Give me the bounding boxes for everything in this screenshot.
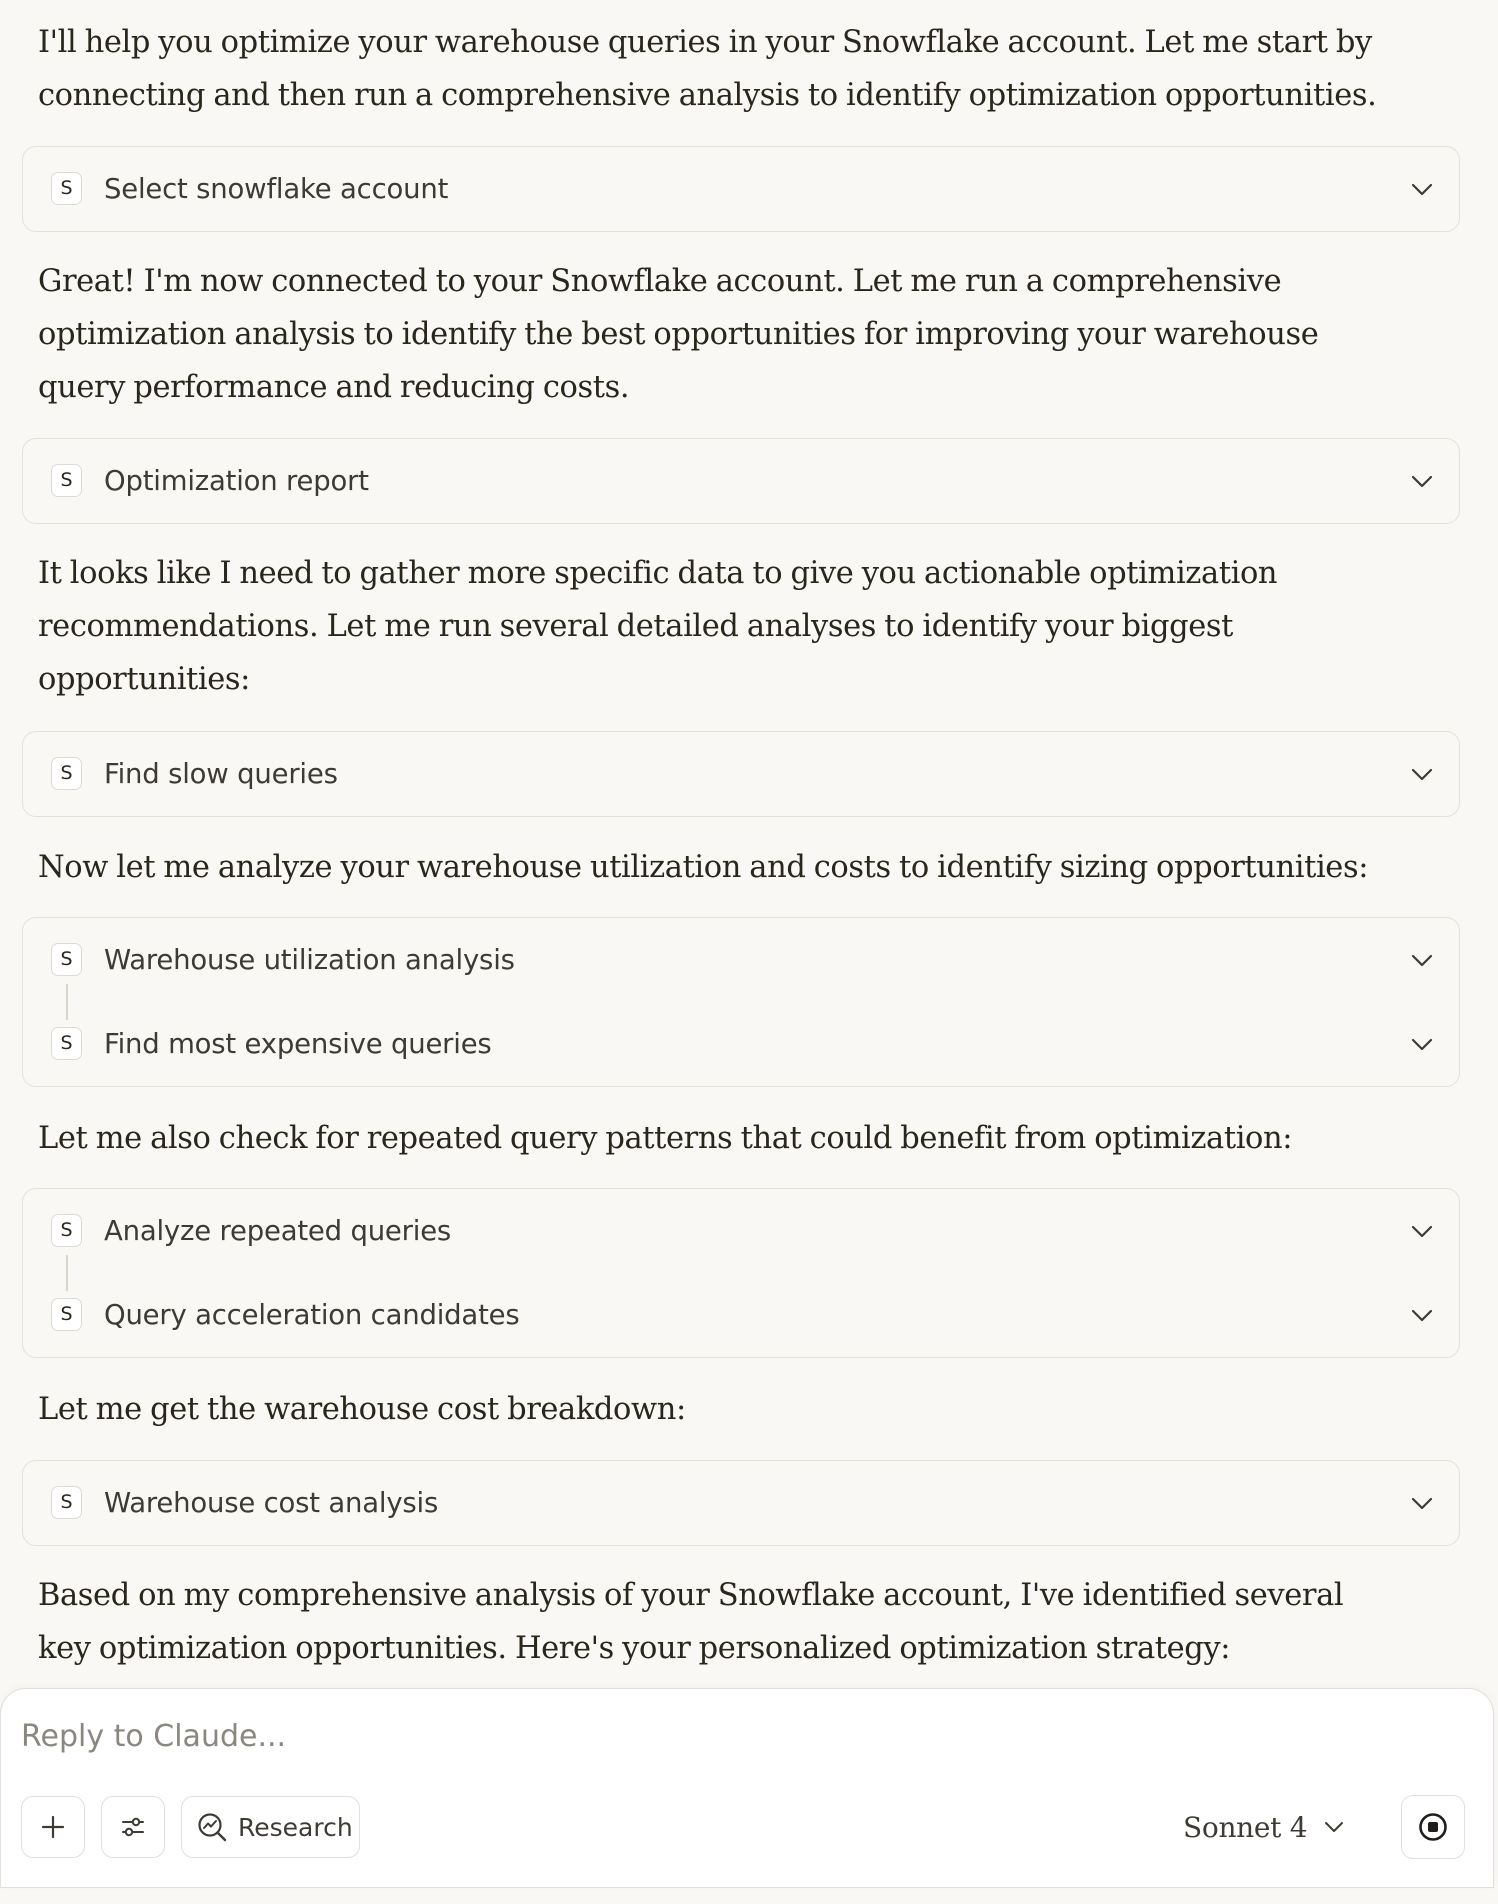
tool-call-label: Analyze repeated queries (104, 1215, 452, 1247)
tool-call-find-most-expensive-queries[interactable]: S Find most expensive queries (23, 1002, 1459, 1086)
chevron-down-icon[interactable] (1409, 1032, 1435, 1056)
chat-transcript: I'll help you optimize your warehouse qu… (0, 0, 1498, 1688)
chevron-down-icon[interactable] (1409, 1491, 1435, 1515)
message-line: Great! I'm now connected to your Snowfla… (38, 264, 1282, 299)
tool-call-warehouse-cost-analysis[interactable]: S Warehouse cost analysis (23, 1461, 1459, 1545)
chevron-down-icon[interactable] (1409, 948, 1435, 972)
snowflake-badge-icon: S (51, 943, 82, 976)
tool-call-warehouse-utilization-analysis[interactable]: S Warehouse utilization analysis (23, 918, 1459, 1002)
assistant-message: Let me also check for repeated query pat… (38, 1112, 1418, 1165)
tool-call-card: S Find slow queries (22, 731, 1460, 817)
stop-generation-button[interactable] (1401, 1795, 1465, 1859)
chevron-down-icon[interactable] (1409, 1303, 1435, 1327)
tool-call-optimization-report[interactable]: S Optimization report (23, 439, 1459, 523)
message-line: Now let me analyze your warehouse utiliz… (38, 850, 1369, 885)
chevron-down-icon[interactable] (1409, 1219, 1435, 1243)
tool-call-label: Find most expensive queries (104, 1028, 492, 1060)
message-line: Let me also check for repeated query pat… (38, 1121, 1293, 1156)
message-line: Let me get the warehouse cost breakdown: (38, 1392, 686, 1427)
add-attachment-button[interactable] (21, 1796, 85, 1858)
snowflake-badge-icon: S (51, 757, 82, 790)
tool-call-query-acceleration-candidates[interactable]: S Query acceleration candidates (23, 1273, 1459, 1357)
model-selector[interactable]: Sonnet 4 (1183, 1796, 1345, 1858)
tool-call-analyze-repeated-queries[interactable]: S Analyze repeated queries (23, 1189, 1459, 1273)
snowflake-badge-icon: S (51, 172, 82, 205)
assistant-message: Let me get the warehouse cost breakdown: (38, 1383, 1418, 1436)
message-line: optimization analysis to identify the be… (38, 317, 1319, 352)
snowflake-badge-icon: S (51, 1027, 82, 1060)
stop-icon (1419, 1813, 1447, 1841)
tool-call-label: Warehouse utilization analysis (104, 944, 515, 976)
tool-call-label: Find slow queries (104, 758, 338, 790)
research-button[interactable]: Research (181, 1796, 360, 1858)
message-line: It looks like I need to gather more spec… (38, 556, 1278, 591)
sliders-icon (122, 1817, 144, 1837)
tool-call-select-snowflake-account[interactable]: S Select snowflake account (23, 147, 1459, 231)
tool-call-find-slow-queries[interactable]: S Find slow queries (23, 732, 1459, 816)
reply-composer: Research Sonnet 4 (0, 1688, 1494, 1888)
snowflake-badge-icon: S (51, 1214, 82, 1247)
tool-call-card: S Select snowflake account (22, 146, 1460, 232)
message-line: opportunities: (38, 662, 251, 697)
message-line: connecting and then run a comprehensive … (38, 78, 1377, 113)
tool-call-label: Select snowflake account (104, 173, 449, 205)
chevron-down-icon[interactable] (1409, 469, 1435, 493)
snowflake-badge-icon: S (51, 1298, 82, 1331)
research-button-label: Research (238, 1812, 353, 1842)
chevron-down-icon[interactable] (1409, 177, 1435, 201)
plus-icon (41, 1815, 65, 1839)
reply-input[interactable] (21, 1711, 1421, 1761)
tool-call-label: Optimization report (104, 465, 369, 497)
assistant-message: Based on my comprehensive analysis of yo… (38, 1569, 1418, 1675)
chevron-down-icon (1325, 1822, 1344, 1832)
message-line: key optimization opportunities. Here's y… (38, 1631, 1231, 1666)
tool-call-card: S Analyze repeated queries S Query accel… (22, 1188, 1460, 1358)
message-line: recommendations. Let me run several deta… (38, 609, 1234, 644)
tool-call-label: Warehouse cost analysis (104, 1487, 439, 1519)
tool-call-card: S Warehouse cost analysis (22, 1460, 1460, 1546)
tool-call-card: S Optimization report (22, 438, 1460, 524)
assistant-message: Now let me analyze your warehouse utiliz… (38, 841, 1418, 894)
snowflake-badge-icon: S (51, 1486, 82, 1519)
chevron-down-icon[interactable] (1409, 762, 1435, 786)
model-selector-label: Sonnet 4 (1183, 1810, 1308, 1844)
assistant-message: It looks like I need to gather more spec… (38, 547, 1418, 706)
tool-call-label: Query acceleration candidates (104, 1299, 520, 1331)
tools-settings-button[interactable] (101, 1796, 165, 1858)
research-icon (198, 1813, 227, 1842)
message-line: I'll help you optimize your warehouse qu… (38, 25, 1372, 60)
assistant-message: I'll help you optimize your warehouse qu… (38, 16, 1418, 122)
assistant-message: Great! I'm now connected to your Snowfla… (38, 255, 1418, 414)
message-line: Based on my comprehensive analysis of yo… (38, 1578, 1344, 1613)
snowflake-badge-icon: S (51, 464, 82, 497)
message-line: query performance and reducing costs. (38, 370, 630, 405)
tool-call-card: S Warehouse utilization analysis S Find … (22, 917, 1460, 1087)
